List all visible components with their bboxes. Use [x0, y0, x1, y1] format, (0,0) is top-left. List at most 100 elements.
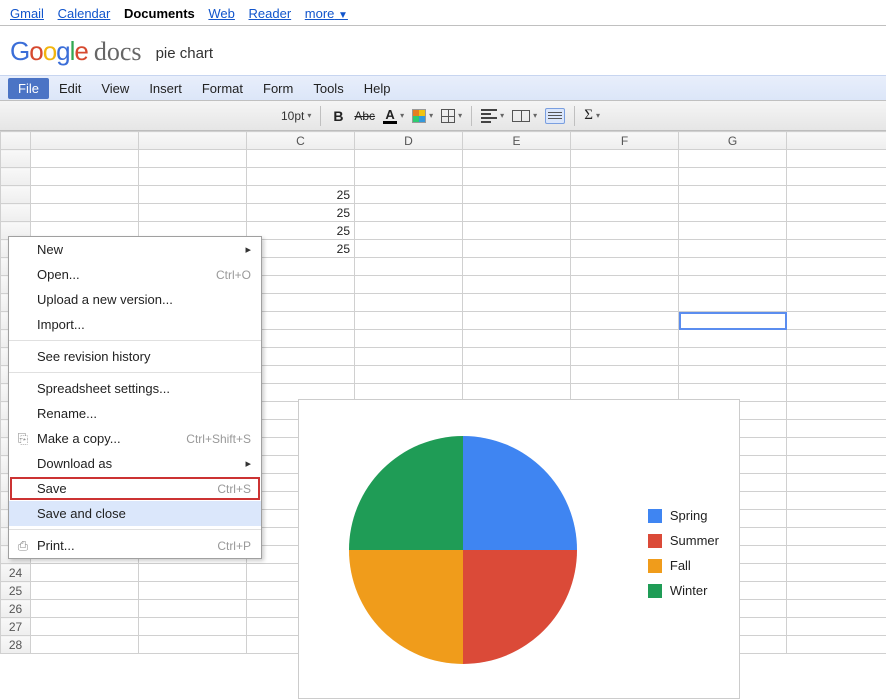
cell[interactable]: [463, 312, 571, 330]
row-header[interactable]: 24: [1, 564, 31, 582]
cell[interactable]: [571, 150, 679, 168]
cell[interactable]: [787, 204, 886, 222]
file-menu-item-import[interactable]: Import...: [9, 312, 261, 337]
cell[interactable]: [787, 510, 886, 528]
cell[interactable]: [787, 492, 886, 510]
cell[interactable]: [679, 348, 787, 366]
menu-help[interactable]: Help: [354, 78, 401, 99]
cell[interactable]: [355, 294, 463, 312]
cell[interactable]: [463, 276, 571, 294]
cell[interactable]: [787, 240, 886, 258]
cell[interactable]: [679, 294, 787, 312]
row-header[interactable]: [1, 186, 31, 204]
cell[interactable]: [787, 384, 886, 402]
nav-calendar[interactable]: Calendar: [58, 6, 111, 21]
cell[interactable]: [31, 600, 139, 618]
cell[interactable]: 25: [247, 186, 355, 204]
cell[interactable]: [679, 204, 787, 222]
col-header-g[interactable]: G: [679, 132, 787, 150]
cell[interactable]: [571, 240, 679, 258]
cell[interactable]: [139, 564, 247, 582]
cell[interactable]: [247, 294, 355, 312]
align-button[interactable]: [478, 105, 507, 127]
cell[interactable]: 25: [247, 204, 355, 222]
file-menu-item-open[interactable]: Open...Ctrl+O: [9, 262, 261, 287]
cell[interactable]: [31, 618, 139, 636]
cell[interactable]: [139, 582, 247, 600]
bold-button[interactable]: B: [327, 105, 349, 127]
cell[interactable]: [463, 330, 571, 348]
cell[interactable]: [355, 366, 463, 384]
cell[interactable]: [247, 258, 355, 276]
row-header[interactable]: [1, 204, 31, 222]
cell[interactable]: [463, 294, 571, 312]
col-header[interactable]: [139, 132, 247, 150]
functions-button[interactable]: Σ: [581, 105, 603, 127]
cell[interactable]: [463, 348, 571, 366]
pie-chart[interactable]: SpringSummerFallWinter: [298, 399, 740, 699]
row-header[interactable]: [1, 168, 31, 186]
cell[interactable]: [787, 222, 886, 240]
cell[interactable]: [139, 150, 247, 168]
col-header-e[interactable]: E: [463, 132, 571, 150]
row-header[interactable]: 28: [1, 636, 31, 654]
cell[interactable]: [139, 204, 247, 222]
menu-tools[interactable]: Tools: [303, 78, 353, 99]
cell[interactable]: [139, 168, 247, 186]
menu-edit[interactable]: Edit: [49, 78, 91, 99]
cell[interactable]: [355, 258, 463, 276]
merge-button[interactable]: [509, 105, 540, 127]
document-title[interactable]: pie chart: [156, 45, 214, 62]
cell[interactable]: [355, 222, 463, 240]
cell[interactable]: [571, 222, 679, 240]
file-menu-item-save-and-close[interactable]: Save and close: [9, 501, 261, 526]
cell[interactable]: [31, 168, 139, 186]
cell[interactable]: [571, 258, 679, 276]
file-menu-item-upload-a-new-version[interactable]: Upload a new version...: [9, 287, 261, 312]
cell[interactable]: [463, 366, 571, 384]
cell[interactable]: [31, 582, 139, 600]
cell[interactable]: [571, 348, 679, 366]
file-menu-item-rename[interactable]: Rename...: [9, 401, 261, 426]
col-header[interactable]: [31, 132, 139, 150]
cell[interactable]: [787, 582, 886, 600]
corner-cell[interactable]: [1, 132, 31, 150]
cell[interactable]: [679, 150, 787, 168]
cell[interactable]: [247, 168, 355, 186]
nav-documents[interactable]: Documents: [124, 6, 195, 21]
cell[interactable]: [571, 186, 679, 204]
cell[interactable]: [355, 186, 463, 204]
cell[interactable]: [247, 276, 355, 294]
cell[interactable]: [139, 636, 247, 654]
cell[interactable]: [31, 636, 139, 654]
cell[interactable]: [679, 312, 787, 330]
cell[interactable]: [247, 150, 355, 168]
nav-web[interactable]: Web: [208, 6, 235, 21]
cell[interactable]: [787, 186, 886, 204]
cell[interactable]: [355, 240, 463, 258]
cell[interactable]: [571, 330, 679, 348]
cell[interactable]: [355, 168, 463, 186]
cell[interactable]: [571, 366, 679, 384]
cell[interactable]: [355, 276, 463, 294]
col-header[interactable]: [787, 132, 886, 150]
cell[interactable]: [571, 294, 679, 312]
nav-more[interactable]: more ▼: [305, 6, 348, 21]
col-header-f[interactable]: F: [571, 132, 679, 150]
row-header[interactable]: 25: [1, 582, 31, 600]
cell[interactable]: [679, 240, 787, 258]
row-header[interactable]: [1, 150, 31, 168]
cell[interactable]: [679, 330, 787, 348]
cell[interactable]: [463, 222, 571, 240]
cell[interactable]: [247, 330, 355, 348]
cell[interactable]: [679, 366, 787, 384]
cell[interactable]: [787, 438, 886, 456]
cell[interactable]: [31, 186, 139, 204]
cell[interactable]: [679, 222, 787, 240]
cell[interactable]: [247, 348, 355, 366]
cell[interactable]: [355, 348, 463, 366]
cell[interactable]: [355, 330, 463, 348]
cell[interactable]: [679, 258, 787, 276]
cell[interactable]: [355, 312, 463, 330]
font-size-selector[interactable]: 10pt: [278, 105, 314, 127]
